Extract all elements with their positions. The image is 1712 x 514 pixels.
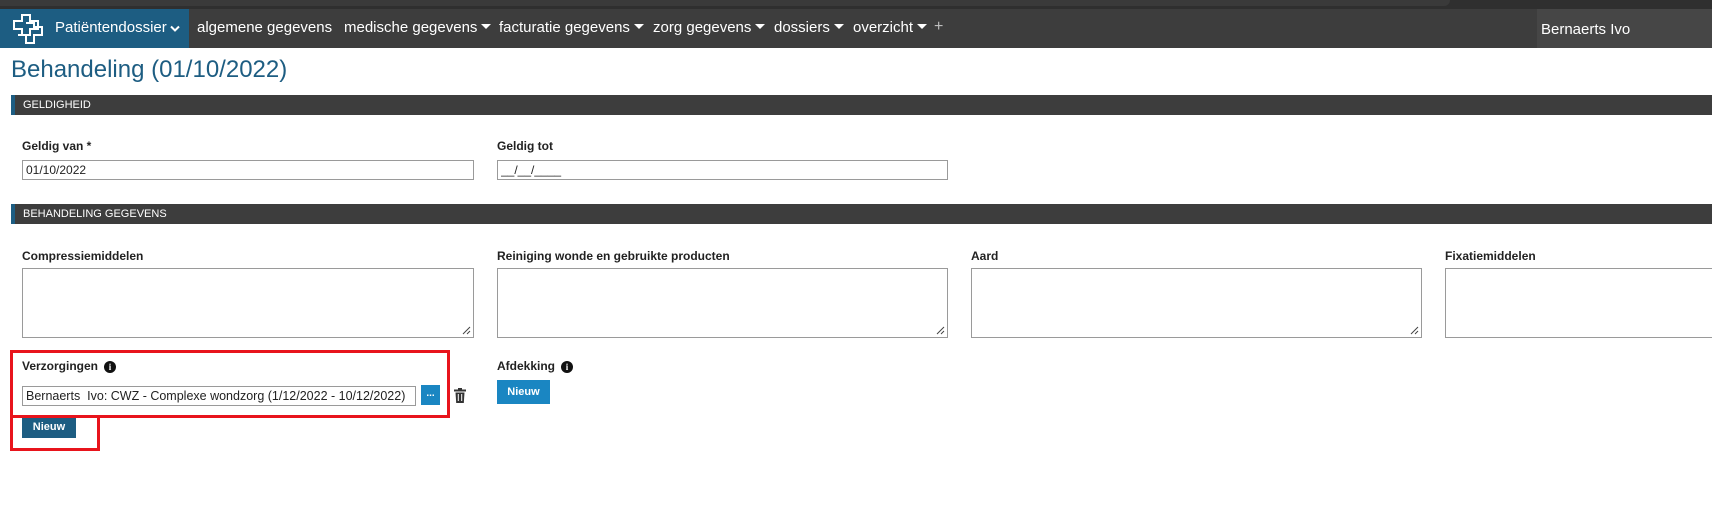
- afdekking-new-button[interactable]: Nieuw: [497, 380, 550, 404]
- nav-dossiers[interactable]: dossiers: [774, 19, 844, 36]
- nav-medische-gegevens[interactable]: medische gegevens: [344, 19, 492, 36]
- resize-grip-icon[interactable]: [461, 325, 471, 335]
- trash-icon[interactable]: [454, 388, 466, 403]
- caret-down-icon: [481, 24, 492, 29]
- user-menu[interactable]: Bernaerts Ivo: [1537, 9, 1712, 48]
- nav-algemene-gegevens[interactable]: algemene gegevens: [197, 19, 332, 36]
- geldig-tot-input[interactable]: [497, 160, 948, 180]
- aard-textarea[interactable]: [971, 268, 1422, 338]
- section-title: GELDIGHEID: [23, 99, 91, 111]
- compressiemiddelen-textarea[interactable]: [22, 268, 474, 338]
- reiniging-label: Reiniging wonde en gebruikte producten: [497, 249, 730, 263]
- geldig-tot-label: Geldig tot: [497, 139, 553, 153]
- browser-tab-strip: [0, 0, 1450, 6]
- nav-zorg-gegevens[interactable]: zorg gegevens: [653, 19, 766, 36]
- patient-dossier-menu[interactable]: Patiëntendossier: [0, 9, 189, 48]
- highlight-box-new-button: [10, 415, 100, 451]
- nav-facturatie-gegevens[interactable]: facturatie gegevens: [499, 19, 644, 36]
- afdekking-label: Afdekking i: [497, 359, 574, 373]
- window-top-strip: [0, 0, 1712, 9]
- section-title: BEHANDELING GEGEVENS: [23, 208, 167, 220]
- resize-grip-icon[interactable]: [1409, 325, 1419, 335]
- fixatiemiddelen-textarea[interactable]: [1445, 268, 1712, 338]
- info-icon[interactable]: i: [561, 361, 574, 373]
- aard-label: Aard: [971, 249, 999, 263]
- brand-label: Patiëntendossier: [55, 19, 167, 36]
- caret-down-icon: [833, 24, 844, 29]
- caret-down-icon: [917, 24, 928, 29]
- section-header-behandeling-gegevens: BEHANDELING GEGEVENS: [11, 204, 1712, 224]
- compressiemiddelen-label: Compressiemiddelen: [22, 249, 144, 263]
- page-title: Behandeling (01/10/2022): [11, 56, 288, 83]
- resize-grip-icon[interactable]: [935, 325, 945, 335]
- geldig-van-label: Geldig van *: [22, 139, 92, 153]
- caret-down-icon: [633, 24, 644, 29]
- medical-cross-logo-icon: [13, 14, 43, 44]
- chevron-down-icon: [170, 25, 180, 32]
- reiniging-textarea[interactable]: [497, 268, 948, 338]
- add-tab-button[interactable]: +: [934, 18, 943, 36]
- user-name: Bernaerts Ivo: [1541, 21, 1631, 38]
- geldig-van-input[interactable]: [22, 160, 474, 180]
- section-header-geldigheid: GELDIGHEID: [11, 95, 1712, 115]
- caret-down-icon: [755, 24, 766, 29]
- nav-overzicht[interactable]: overzicht: [853, 19, 928, 36]
- main-navbar: Patiëntendossier algemene gegevens medis…: [0, 9, 1712, 48]
- fixatiemiddelen-label: Fixatiemiddelen: [1445, 249, 1536, 263]
- highlight-box-verzorgingen: [10, 350, 450, 418]
